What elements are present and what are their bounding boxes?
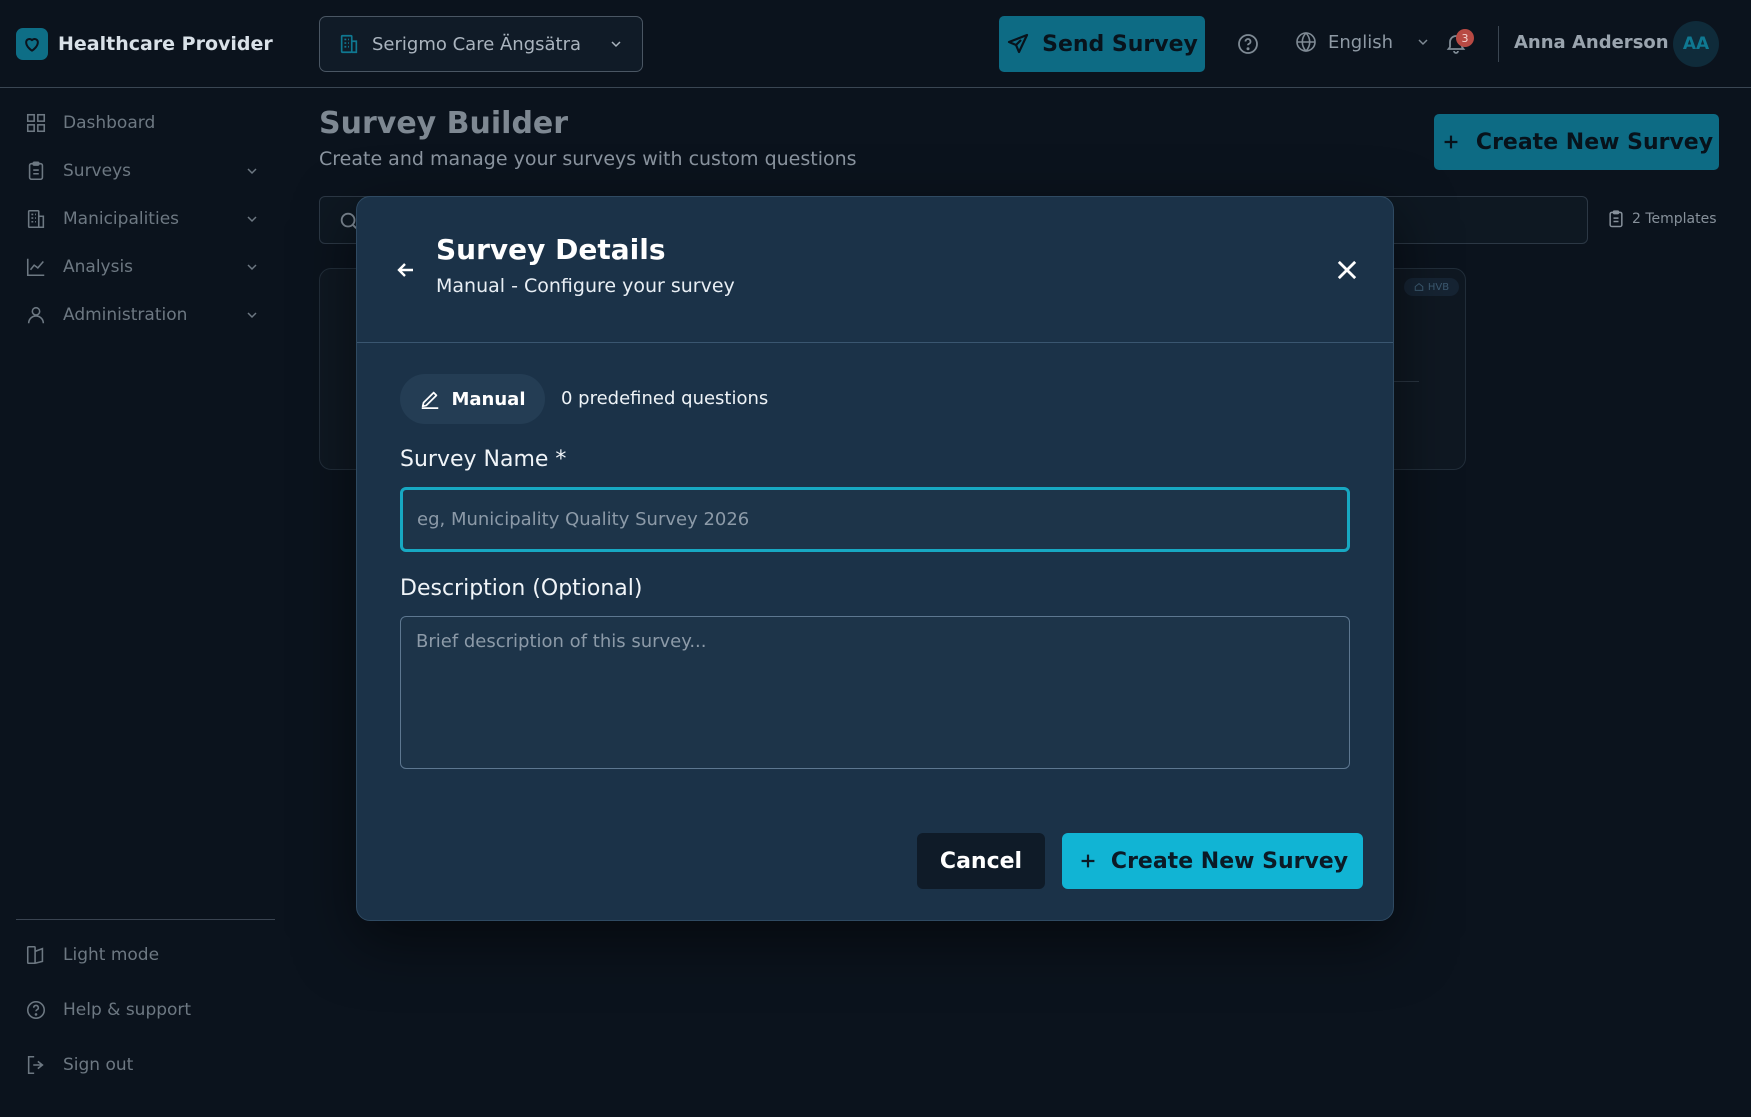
predefined-questions-count: 0 predefined questions [561,388,769,409]
chart-line-icon [25,256,47,278]
create-new-survey-button[interactable]: Create New Survey [1434,114,1719,170]
badge-label: HVB [1427,281,1450,293]
mode-label: Manual [451,388,526,410]
plus-icon [1077,850,1099,872]
sign-out-icon [25,1054,47,1076]
send-icon [1006,32,1030,56]
sidebar-item-label: Analysis [63,257,134,277]
clipboard-icon [1606,209,1626,229]
description-label: Description (Optional) [400,576,643,601]
light-mode-button[interactable]: Light mode [25,944,260,966]
light-mode-label: Light mode [63,945,160,965]
pencil-icon [419,388,441,410]
category-badge: HVB [1404,278,1459,296]
sidebar-item-label: Manicipalities [63,209,180,229]
sidebar-divider [16,919,275,920]
sidebar-item-label: Administration [63,305,188,325]
sidebar-item-label: Dashboard [63,113,156,133]
card-divider [1393,381,1419,382]
globe-icon [1294,30,1318,54]
grid-icon [25,112,47,134]
description-textarea[interactable] [400,616,1350,769]
chevron-down-icon [244,307,260,323]
clipboard-icon [25,160,47,182]
notification-badge: 3 [1456,29,1474,47]
sidebar-item-manicipalities[interactable]: Manicipalities [25,208,260,230]
user-name[interactable]: Anna Anderson [1514,32,1669,53]
sign-out-label: Sign out [63,1055,134,1075]
send-survey-label: Send Survey [1042,31,1198,57]
mode-badge: Manual [400,374,545,424]
home-icon [1414,282,1424,292]
language-label: English [1328,31,1393,53]
survey-name-label: Survey Name * [400,447,567,472]
building-icon [338,33,360,55]
create-survey-label: Create New Survey [1110,848,1349,874]
survey-name-input[interactable] [400,487,1350,552]
back-arrow-icon[interactable] [394,258,418,282]
page-subtitle: Create and manage your surveys with cust… [319,148,857,170]
help-icon [25,999,47,1021]
heart-logo-icon [16,28,48,60]
help-icon[interactable] [1236,32,1260,56]
sign-out-button[interactable]: Sign out [25,1054,260,1076]
building-icon [25,208,47,230]
theme-icon [25,944,47,966]
sidebar-item-analysis[interactable]: Analysis [25,256,260,278]
send-survey-button[interactable]: Send Survey [999,16,1205,72]
create-new-survey-label: Create New Survey [1475,129,1714,155]
cancel-button[interactable]: Cancel [917,833,1045,889]
organization-select[interactable]: Serigmo Care Ängsätra [319,16,643,72]
brand[interactable]: Healthcare Provider [16,28,273,60]
top-bar: Healthcare Provider Serigmo Care Ängsätr… [0,0,1751,88]
avatar[interactable]: AA [1673,21,1719,67]
modal-title: Survey Details [436,233,666,266]
close-icon[interactable] [1333,256,1361,284]
chevron-down-icon [244,211,260,227]
chevron-down-icon [608,36,624,52]
brand-name: Healthcare Provider [58,33,273,55]
user-icon [25,304,47,326]
sidebar-item-administration[interactable]: Administration [25,304,260,326]
chevron-down-icon [244,163,260,179]
create-survey-button[interactable]: Create New Survey [1062,833,1363,889]
chevron-down-icon [1415,34,1431,50]
plus-icon [1440,131,1462,153]
templates-count[interactable]: 2 Templates [1606,209,1717,229]
sidebar-item-dashboard[interactable]: Dashboard [25,112,260,134]
divider [1498,26,1499,62]
language-select[interactable]: English [1294,30,1431,54]
sidebar-item-label: Surveys [63,161,131,181]
sidebar-item-surveys[interactable]: Surveys [25,160,260,182]
help-support-label: Help & support [63,1000,192,1020]
modal-subtitle: Manual - Configure your survey [436,275,735,297]
help-support-link[interactable]: Help & support [25,999,260,1021]
chevron-down-icon [244,259,260,275]
page-title: Survey Builder [319,106,569,141]
survey-details-modal: Survey Details Manual - Configure your s… [356,196,1394,921]
templates-label: 2 Templates [1632,211,1717,227]
organization-name: Serigmo Care Ängsätra [372,33,582,55]
modal-header: Survey Details Manual - Configure your s… [357,197,1393,343]
